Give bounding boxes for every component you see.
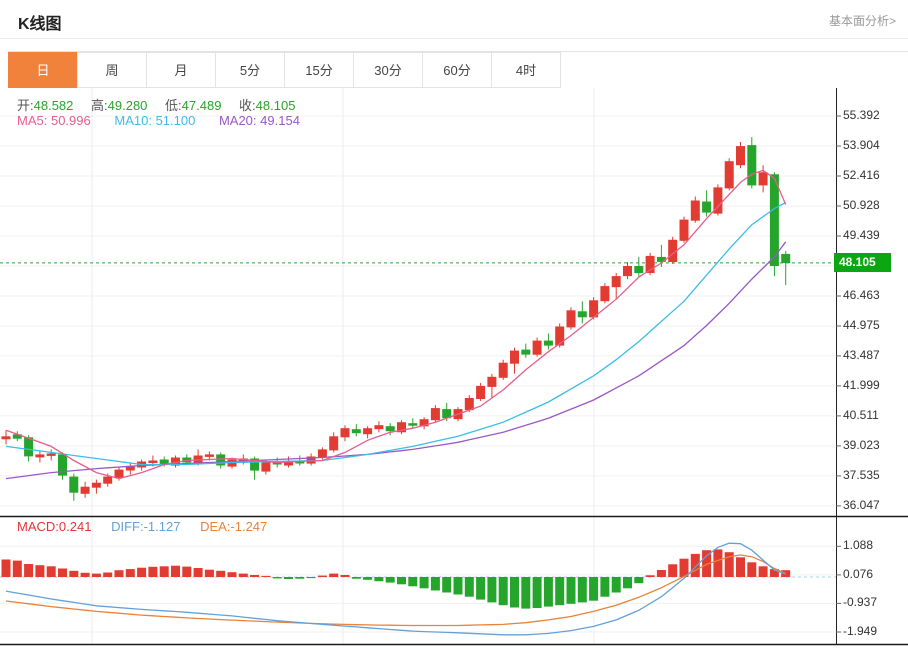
y-axis-label: 55.392 xyxy=(843,108,880,122)
y-axis-label: -1.949 xyxy=(843,624,877,638)
low-value: 低:47.489 xyxy=(165,98,221,113)
y-axis-label: 40.511 xyxy=(843,408,879,422)
diff-value: DIFF:-1.127 xyxy=(111,519,180,534)
macd-value: MACD:0.241 xyxy=(17,519,91,534)
macd-legend: MACD:0.241 DIFF:-1.127 DEA:-1.247 xyxy=(17,519,283,534)
open-value: 开:48.582 xyxy=(17,98,73,113)
y-axis-label: -0.937 xyxy=(843,595,877,609)
high-value: 高:49.280 xyxy=(91,98,147,113)
y-axis-label: 44.975 xyxy=(843,318,880,332)
y-axis-label: 1.088 xyxy=(843,538,873,552)
y-axis-label: 53.904 xyxy=(843,138,880,152)
current-price-tag: 48.105 xyxy=(834,253,891,272)
ma20-legend: MA20: 49.154 xyxy=(219,113,300,128)
kline-app: K线图 基本面分析> 日 周 月 5分 15分 30分 60分 4时 开:48.… xyxy=(0,0,908,650)
y-axis-label: 46.463 xyxy=(843,288,880,302)
y-axis-label: 39.023 xyxy=(843,438,880,452)
close-value: 收:48.105 xyxy=(239,98,295,113)
ma-legend: MA5: 50.996 MA10: 51.100 MA20: 49.154 xyxy=(17,113,320,128)
y-axis-label: 52.416 xyxy=(843,168,880,182)
y-axis-label: 50.928 xyxy=(843,198,880,212)
ma5-legend: MA5: 50.996 xyxy=(17,113,91,128)
y-axis-label: 37.535 xyxy=(843,468,880,482)
ohlc-legend: 开:48.582 高:49.280 低:47.489 收:48.105 xyxy=(17,95,309,114)
y-axis-label: 49.439 xyxy=(843,228,880,242)
y-axis-label: 41.999 xyxy=(843,378,880,392)
dea-value: DEA:-1.247 xyxy=(200,519,267,534)
y-axis-label: 36.047 xyxy=(843,498,880,512)
y-axis-label: 0.076 xyxy=(843,567,873,581)
y-axis-label: 43.487 xyxy=(843,348,880,362)
ma10-legend: MA10: 51.100 xyxy=(114,113,195,128)
